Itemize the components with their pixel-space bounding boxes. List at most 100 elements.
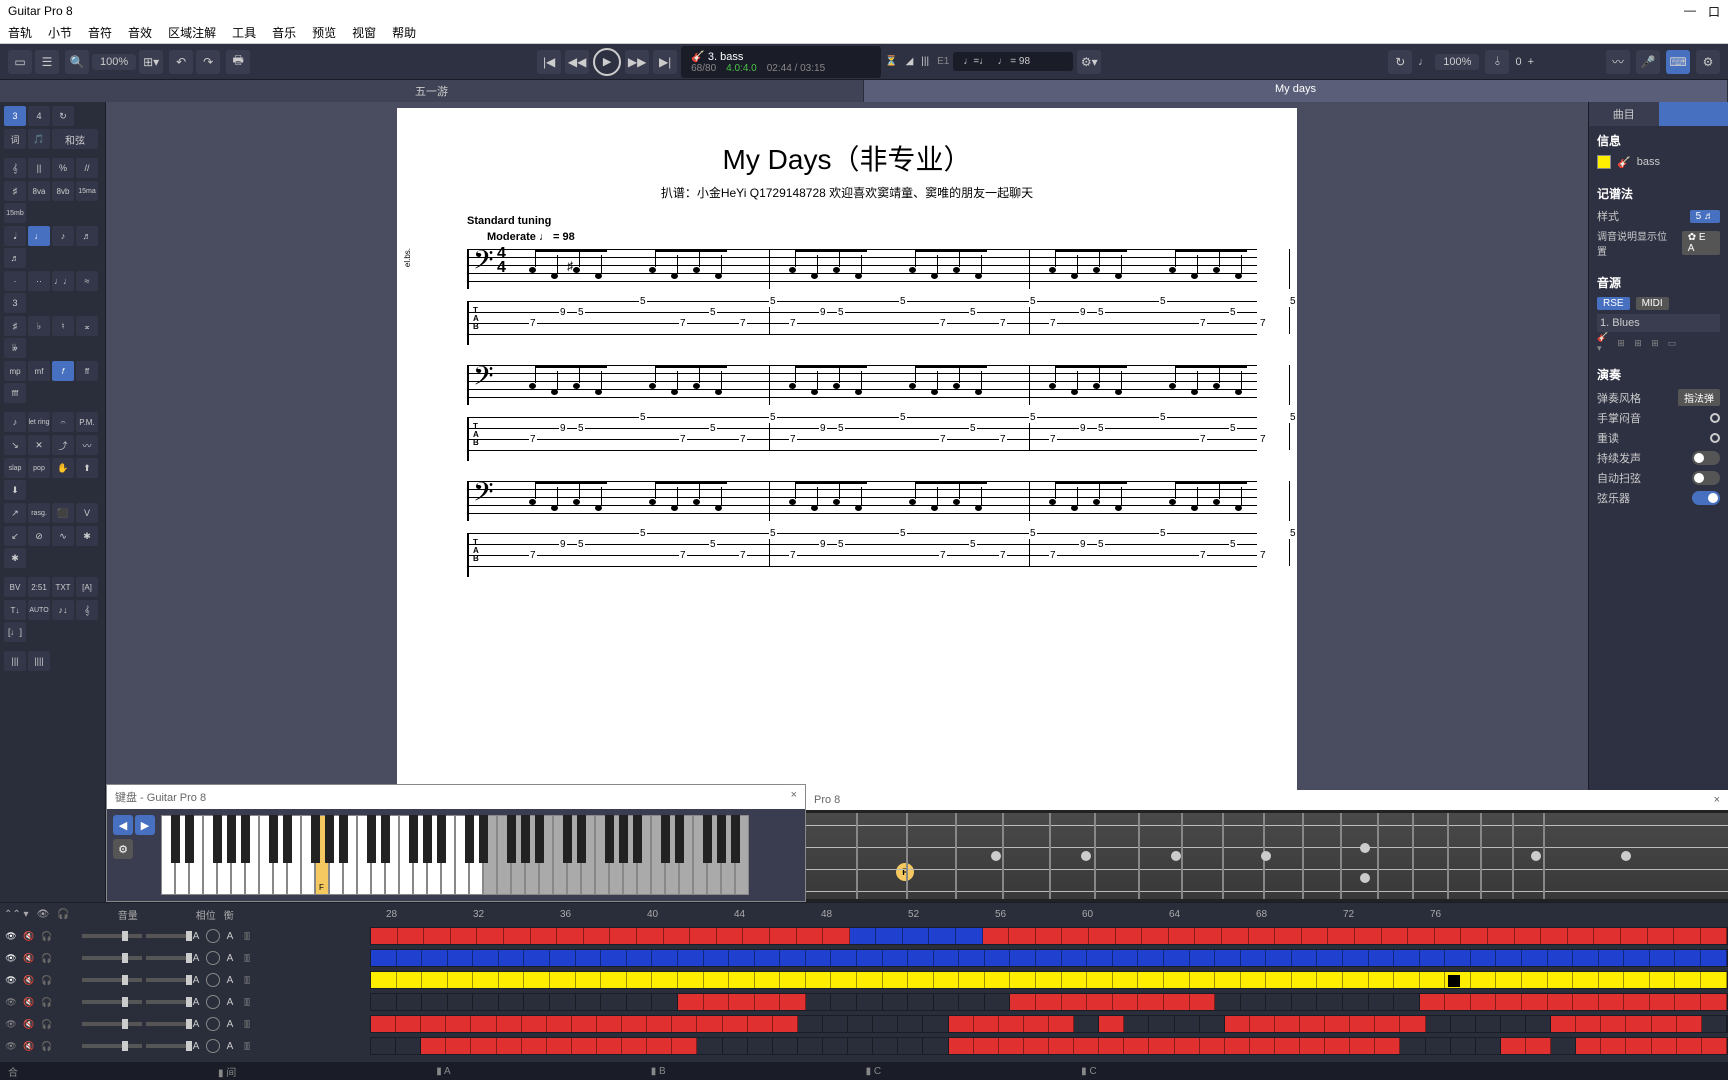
open-icon[interactable]: ☰ [35, 50, 59, 74]
p-r13-4[interactable]: ✱ [4, 548, 26, 568]
p-r5-3[interactable]: ♬ [76, 226, 98, 246]
menu-track[interactable]: 音轨 [8, 24, 32, 41]
pan-knob[interactable] [206, 973, 220, 987]
track-blocks[interactable] [370, 1015, 1728, 1033]
speed-display[interactable]: 100% [1435, 54, 1479, 70]
p-r11-4[interactable]: ⬇ [4, 480, 26, 500]
menu-section[interactable]: 区域注解 [168, 24, 216, 41]
track-color[interactable] [1597, 155, 1611, 169]
p-r14-2[interactable]: TXT [52, 577, 74, 597]
vol-slider[interactable] [82, 956, 142, 960]
th-eye-icon[interactable]: 👁 [37, 909, 50, 920]
p-r13-0[interactable]: ↙ [4, 526, 26, 546]
vol-slider[interactable] [82, 1000, 142, 1004]
note-icon[interactable]: ♩ [1418, 56, 1429, 68]
tab-doc-1[interactable]: 五一游 [0, 80, 864, 102]
layout-icon[interactable]: ⊞▾ [139, 50, 163, 74]
close-icon[interactable]: 口 [1708, 3, 1720, 20]
mic-icon[interactable]: 🎤 [1636, 50, 1660, 74]
menu-bar-item[interactable]: 小节 [48, 24, 72, 41]
p-r6-0[interactable]: · [4, 271, 26, 291]
p-r7-3[interactable]: 𝄪 [76, 316, 98, 336]
tempo-relative-icon[interactable]: ⚙▾ [1077, 50, 1101, 74]
eq-icon[interactable]: ⫿⫿ [240, 1017, 254, 1031]
track-row[interactable]: 👁🔇🎧AA⫿⫿ [0, 925, 1728, 947]
hourglass-icon[interactable]: ⏳ [885, 56, 897, 67]
p-r12-0[interactable]: ↗ [4, 503, 26, 523]
rse-badge[interactable]: RSE [1597, 297, 1630, 310]
kb-right-icon[interactable]: ▶ [135, 815, 155, 835]
p-r11-2[interactable]: ✋ [52, 458, 74, 478]
pan-knob[interactable] [206, 1017, 220, 1031]
search-icon[interactable]: 🔍 [65, 50, 89, 74]
p-r8-2[interactable]: f [52, 361, 74, 381]
autobrush-toggle[interactable] [1692, 471, 1720, 485]
p-r13-2[interactable]: ∿ [52, 526, 74, 546]
mute-icon[interactable]: 🔇 [22, 929, 36, 943]
p-r14-1[interactable]: 2:51 [28, 577, 50, 597]
vol-slider2[interactable] [146, 956, 186, 960]
eye-icon[interactable]: 👁 [4, 929, 18, 943]
eq-icon[interactable]: ⫿⫿ [240, 973, 254, 987]
p-r5-4[interactable]: ♬ [4, 248, 26, 268]
track-row[interactable]: 👁🔇🎧AA⫿⫿ [0, 969, 1728, 991]
solo-icon[interactable]: 🎧 [40, 1017, 54, 1031]
kb-left-icon[interactable]: ◀ [113, 815, 133, 835]
rp-style-val[interactable]: 5 ♬ [1690, 210, 1720, 223]
p-r15-3[interactable]: 𝄞 [76, 600, 98, 620]
zoom-display[interactable]: 100% [92, 54, 136, 70]
pan-knob[interactable] [206, 929, 220, 943]
last-icon[interactable]: ▶| [653, 50, 677, 74]
settings-icon[interactable]: ⚙ [1696, 50, 1720, 74]
p-refresh[interactable]: ↻ [52, 106, 74, 126]
waveform-icon[interactable]: 〰 [1606, 50, 1630, 74]
track-blocks[interactable] [370, 1037, 1728, 1055]
p-r13-1[interactable]: ⊘ [28, 526, 50, 546]
eq-icon[interactable]: ⫿⫿ [240, 929, 254, 943]
pan-knob[interactable] [206, 951, 220, 965]
p-r16-0[interactable]: ||| [4, 651, 26, 671]
kb-gear-icon[interactable]: ⚙ [113, 839, 133, 859]
mute-icon[interactable]: 🔇 [22, 1039, 36, 1053]
p-r7-2[interactable]: ♮ [52, 316, 74, 336]
p-r10-3[interactable]: 〰 [76, 435, 98, 455]
p-r8-4[interactable]: fff [4, 383, 26, 403]
track-row[interactable]: 👁🔇🎧AA⫿⫿ [0, 1013, 1728, 1035]
p-r6-3[interactable]: ≈ [76, 271, 98, 291]
th-expand-icon[interactable]: ⌃⌃ ▾ [4, 909, 29, 920]
track-row[interactable]: 👁🔇🎧AA⫿⫿ [0, 947, 1728, 969]
preset-icon-3[interactable]: ⊞ [1631, 336, 1645, 350]
p-r16-1[interactable]: |||| [28, 651, 50, 671]
vol-slider2[interactable] [146, 934, 186, 938]
p-r15-0[interactable]: T↓ [4, 600, 26, 620]
pan-knob[interactable] [206, 995, 220, 1009]
p-r10-0[interactable]: ↘ [4, 435, 26, 455]
vol-slider[interactable] [82, 978, 142, 982]
add-icon[interactable]: + [1528, 56, 1534, 68]
p-r4-3[interactable]: 15ma [76, 181, 98, 201]
p-r4-4[interactable]: 15mb [4, 203, 26, 223]
p-r12-3[interactable]: V [76, 503, 98, 523]
p-r13-3[interactable]: ✱ [76, 526, 98, 546]
p-r4-1[interactable]: 8va [28, 181, 50, 201]
track-row[interactable]: 👁🔇🎧AA⫿⫿ [0, 991, 1728, 1013]
p-r10-2[interactable]: ⤴ [52, 435, 74, 455]
undo-icon[interactable]: ↶ [169, 50, 193, 74]
p-r9-0[interactable]: ♪ [4, 412, 26, 432]
menu-tools[interactable]: 工具 [232, 24, 256, 41]
p-r5-1[interactable]: ♩ [28, 226, 50, 246]
mute-icon[interactable]: 🔇 [22, 1017, 36, 1031]
p-r3-3[interactable]: // [76, 158, 98, 178]
p-r11-0[interactable]: slap [4, 458, 26, 478]
kb-close-icon[interactable]: × [791, 789, 797, 805]
p-r15-2[interactable]: ♪↓ [52, 600, 74, 620]
p-r6-2[interactable]: ♩♩ [52, 271, 74, 291]
eq-icon[interactable]: ⫿⫿ [240, 995, 254, 1009]
track-blocks[interactable] [370, 993, 1728, 1011]
p-r5-0[interactable]: 𝅘𝅥 [4, 226, 26, 246]
first-icon[interactable]: |◀ [537, 50, 561, 74]
p-r6-1[interactable]: ·· [28, 271, 50, 291]
menu-music[interactable]: 音乐 [272, 24, 296, 41]
p-r9-2[interactable]: 𝄐 [52, 412, 74, 432]
vol-slider2[interactable] [146, 978, 186, 982]
